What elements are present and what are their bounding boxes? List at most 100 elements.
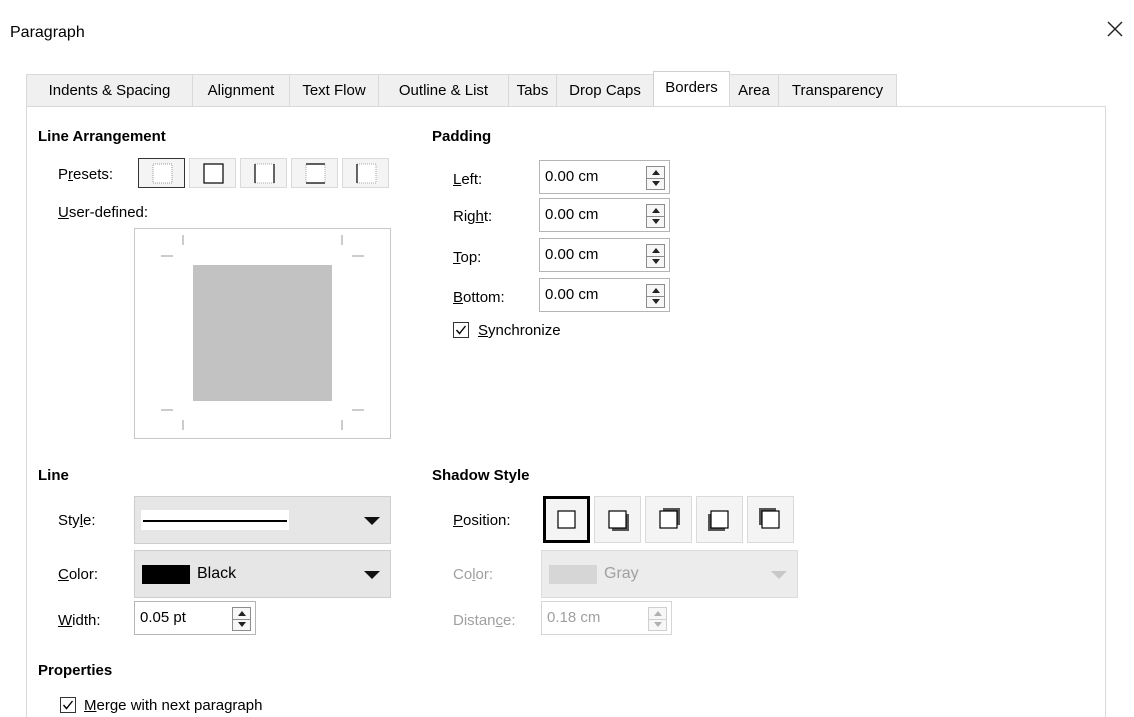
tab-label: Outline & List <box>398 82 489 99</box>
merge-checkbox[interactable] <box>60 697 76 713</box>
padding-top-label: Top: <box>453 249 482 266</box>
spin-up-icon <box>654 611 662 616</box>
synchronize-label[interactable]: Synchronize <box>478 322 561 339</box>
shadow-top-right-button[interactable] <box>645 496 692 543</box>
tab-label: Tabs <box>516 82 549 99</box>
checkmark-icon <box>62 700 74 710</box>
shadow-position-label: Position: <box>453 512 511 529</box>
tab-alignment[interactable]: Alignment <box>192 74 290 107</box>
tab-transparency[interactable]: Transparency <box>778 74 897 107</box>
padding-right-spinbox[interactable]: 0.00 cm <box>539 198 670 232</box>
dialog-title: Paragraph <box>10 24 85 41</box>
tab-label: Indents & Spacing <box>48 82 171 99</box>
shadow-none-icon <box>557 510 576 529</box>
preset-box-button[interactable] <box>189 158 236 188</box>
spin-down-icon <box>238 622 246 627</box>
user-defined-label: User-defined: <box>58 204 149 221</box>
preset-left-right-button[interactable] <box>240 158 287 188</box>
tab-label: Alignment <box>207 82 275 99</box>
padding-bottom-label: Bottom: <box>453 289 505 306</box>
spin-up-icon <box>652 170 660 175</box>
spin-up-icon <box>652 288 660 293</box>
spin-buttons[interactable] <box>646 284 665 308</box>
tab-drop-caps[interactable]: Drop Caps <box>556 74 654 107</box>
spin-up-icon <box>652 248 660 253</box>
line-color-label: Color: <box>58 566 99 583</box>
user-defined-preview[interactable] <box>134 228 391 439</box>
spin-buttons[interactable] <box>648 607 667 631</box>
shadow-color-dropdown[interactable]: Gray <box>541 550 798 598</box>
synchronize-checkbox[interactable] <box>453 322 469 338</box>
spin-buttons[interactable] <box>232 607 251 631</box>
preset-none-button[interactable] <box>138 158 185 188</box>
border-top-bottom-icon <box>305 163 326 184</box>
padding-left-value: 0.00 cm <box>545 168 599 185</box>
checkmark-icon <box>455 325 467 335</box>
border-box-icon <box>203 163 224 184</box>
tab-tabs[interactable]: Tabs <box>508 74 557 107</box>
line-style-dropdown[interactable] <box>134 496 391 544</box>
tab-indents-spacing[interactable]: Indents & Spacing <box>26 74 193 107</box>
chevron-down-icon <box>364 571 380 579</box>
padding-right-value: 0.00 cm <box>545 206 599 223</box>
padding-left-spinbox[interactable]: 0.00 cm <box>539 160 670 194</box>
shadow-style-heading: Shadow Style <box>432 467 530 484</box>
close-icon <box>1107 21 1123 37</box>
spin-buttons[interactable] <box>646 244 665 268</box>
spin-down-icon <box>652 299 660 304</box>
shadow-distance-spinbox[interactable]: 0.18 cm <box>541 601 672 635</box>
border-left-icon <box>356 163 377 184</box>
padding-right-label: Right: <box>453 208 493 225</box>
properties-heading: Properties <box>38 662 113 679</box>
tab-label: Text Flow <box>302 82 366 99</box>
line-width-value: 0.05 pt <box>140 609 186 626</box>
preset-top-bottom-button[interactable] <box>291 158 338 188</box>
line-width-spinbox[interactable]: 0.05 pt <box>134 601 256 635</box>
padding-heading: Padding <box>432 128 492 145</box>
color-swatch <box>142 565 190 584</box>
shadow-none-button[interactable] <box>543 496 590 543</box>
padding-top-spinbox[interactable]: 0.00 cm <box>539 238 670 272</box>
shadow-color-value: Gray <box>604 565 639 582</box>
presets-group <box>138 158 393 190</box>
close-button[interactable] <box>1100 14 1130 44</box>
merge-label[interactable]: Merge with next paragraph <box>84 697 262 714</box>
line-color-value: Black <box>197 565 237 582</box>
presets-label: Presets: <box>58 166 114 183</box>
shadow-distance-label: Distance: <box>453 612 516 629</box>
chevron-down-icon <box>771 571 787 579</box>
padding-left-label: Left: <box>453 171 483 188</box>
shadow-top-left-icon <box>759 508 780 529</box>
border-none-icon <box>152 163 173 184</box>
tab-label: Area <box>738 82 770 99</box>
tab-label: Drop Caps <box>569 82 641 99</box>
shadow-top-left-button[interactable] <box>747 496 794 543</box>
tab-borders[interactable]: Borders <box>653 71 730 108</box>
tab-text-flow[interactable]: Text Flow <box>289 74 379 107</box>
spin-buttons[interactable] <box>646 204 665 228</box>
spin-up-icon <box>238 611 246 616</box>
spin-down-icon <box>654 622 662 627</box>
preset-left-button[interactable] <box>342 158 389 188</box>
tab-label: Transparency <box>791 82 884 99</box>
padding-bottom-value: 0.00 cm <box>545 286 599 303</box>
spin-buttons[interactable] <box>646 166 665 190</box>
shadow-top-right-icon <box>659 508 680 529</box>
tab-outline-list[interactable]: Outline & List <box>378 74 509 107</box>
border-left-right-icon <box>254 163 275 184</box>
spin-down-icon <box>652 219 660 224</box>
shadow-distance-value: 0.18 cm <box>547 609 601 626</box>
tab-bar: Indents & Spacing Alignment Text Flow Ou… <box>26 71 1106 108</box>
shadow-bottom-right-button[interactable] <box>594 496 641 543</box>
line-color-dropdown[interactable]: Black <box>134 550 391 598</box>
border-preview-icon <box>161 235 364 430</box>
chevron-down-icon <box>364 517 380 525</box>
tab-area[interactable]: Area <box>729 74 779 107</box>
padding-top-value: 0.00 cm <box>545 246 599 263</box>
padding-bottom-spinbox[interactable]: 0.00 cm <box>539 278 670 312</box>
spin-down-icon <box>652 259 660 264</box>
spin-up-icon <box>652 208 660 213</box>
shadow-bottom-left-button[interactable] <box>696 496 743 543</box>
shadow-position-group <box>543 496 798 544</box>
shadow-color-label: Color: <box>453 566 494 583</box>
